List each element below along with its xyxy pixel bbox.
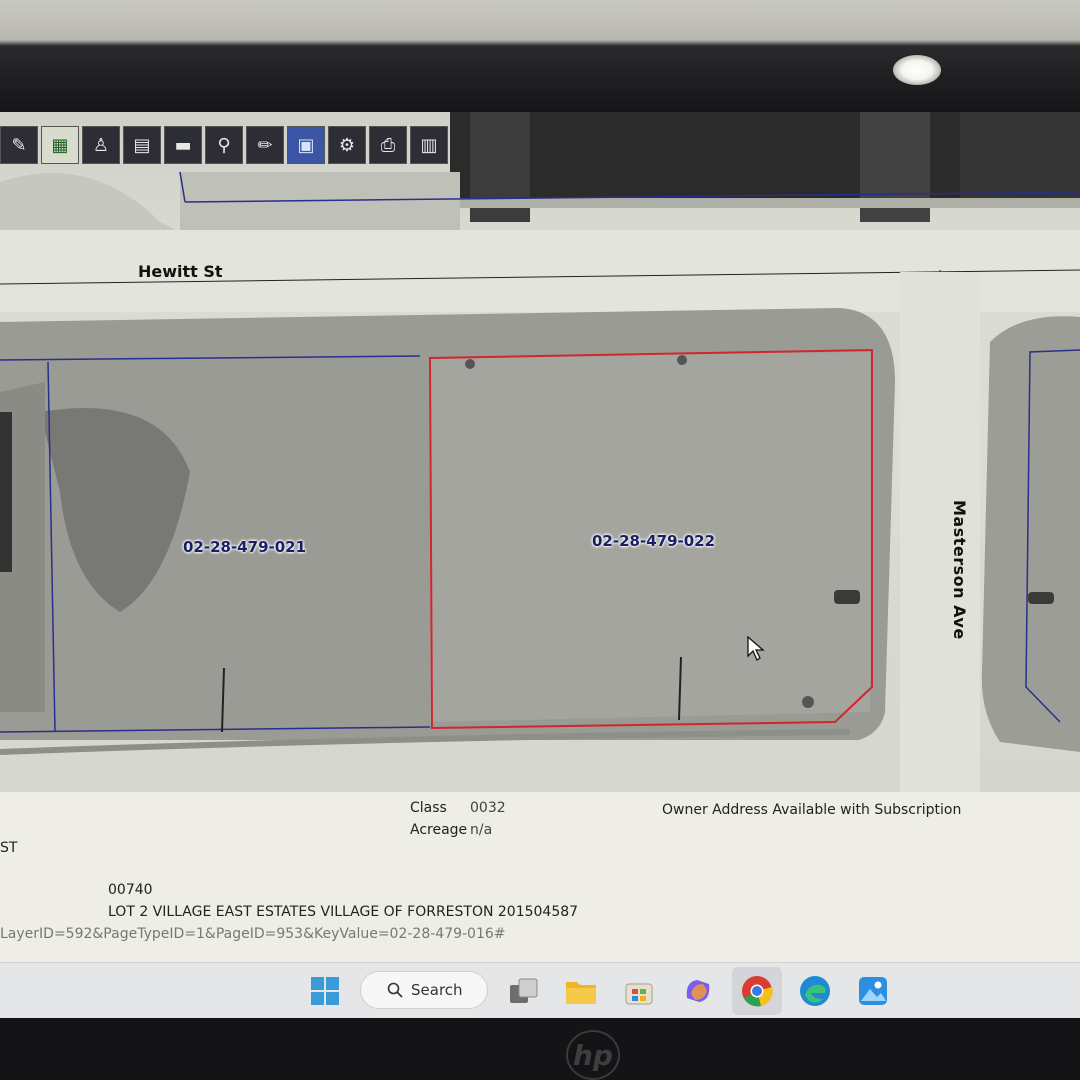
chrome-icon[interactable]	[741, 975, 773, 1007]
legal-description: LOT 2 VILLAGE EAST ESTATES VILLAGE OF FO…	[108, 904, 579, 920]
task-view-icon[interactable]	[508, 975, 540, 1007]
eraser-icon[interactable]: ✎	[0, 126, 38, 164]
laptop-bezel-top	[0, 0, 1080, 112]
pencil-icon[interactable]: ✏	[246, 126, 284, 164]
microsoft-store-icon[interactable]	[623, 975, 655, 1007]
windows-taskbar: Search	[0, 962, 1080, 1018]
file-explorer-icon[interactable]	[565, 975, 597, 1007]
parcel-label-selected[interactable]: 02-28-479-022	[592, 532, 715, 550]
print-icon[interactable]: ⎙	[369, 126, 407, 164]
copilot-icon[interactable]	[682, 975, 714, 1007]
grid-icon[interactable]: ▦	[41, 126, 79, 164]
owner-address-notice: Owner Address Available with Subscriptio…	[662, 802, 962, 818]
acreage-value: n/a	[470, 822, 493, 838]
edge-icon[interactable]	[799, 975, 831, 1007]
save-icon[interactable]: ▥	[410, 126, 448, 164]
screen-icon[interactable]: ▣	[287, 126, 325, 164]
partial-address-text: ST	[0, 840, 18, 856]
screen: ✎ ▦ ♙ ▤ ▬ ⚲ ✏ ▣ ⚙ ⎙ ▥ Hewitt St Masterso…	[0, 112, 1080, 1018]
search-label: Search	[411, 981, 463, 999]
parcel-label-left[interactable]: 02-28-479-021	[183, 538, 306, 556]
aerial-map[interactable]: ✎ ▦ ♙ ▤ ▬ ⚲ ✏ ▣ ⚙ ⎙ ▥ Hewitt St Masterso…	[0, 112, 1080, 792]
map-toolbar: ✎ ▦ ♙ ▤ ▬ ⚲ ✏ ▣ ⚙ ⎙ ▥	[0, 126, 448, 168]
street-label-masterson: Masterson Ave	[950, 500, 969, 640]
person-icon[interactable]: ♙	[82, 126, 120, 164]
map-imagery	[0, 112, 1080, 792]
status-url: LayerID=592&PageTypeID=1&PageID=953&KeyV…	[0, 926, 506, 942]
hp-logo: hp	[566, 1030, 620, 1080]
webcam-light	[893, 55, 941, 85]
ruler-icon[interactable]: ▬	[164, 126, 202, 164]
book-icon[interactable]: ▤	[123, 126, 161, 164]
taskbar-search-box[interactable]: Search	[360, 971, 488, 1009]
class-value: 0032	[470, 800, 506, 816]
street-label-hewitt: Hewitt St	[138, 262, 223, 281]
settings-icon[interactable]: ⚙	[328, 126, 366, 164]
laptop-bezel-bottom	[0, 1018, 1080, 1080]
search-icon	[387, 982, 403, 998]
parcel-code: 00740	[108, 882, 153, 898]
acreage-label: Acreage	[410, 822, 468, 838]
parcel-info-panel: Class 0032 Acreage n/a Owner Address Ava…	[0, 792, 1080, 962]
class-label: Class	[410, 800, 447, 816]
photos-icon[interactable]	[857, 975, 889, 1007]
pin-icon[interactable]: ⚲	[205, 126, 243, 164]
mouse-cursor-icon	[747, 636, 765, 661]
windows-start-icon[interactable]	[309, 975, 341, 1007]
